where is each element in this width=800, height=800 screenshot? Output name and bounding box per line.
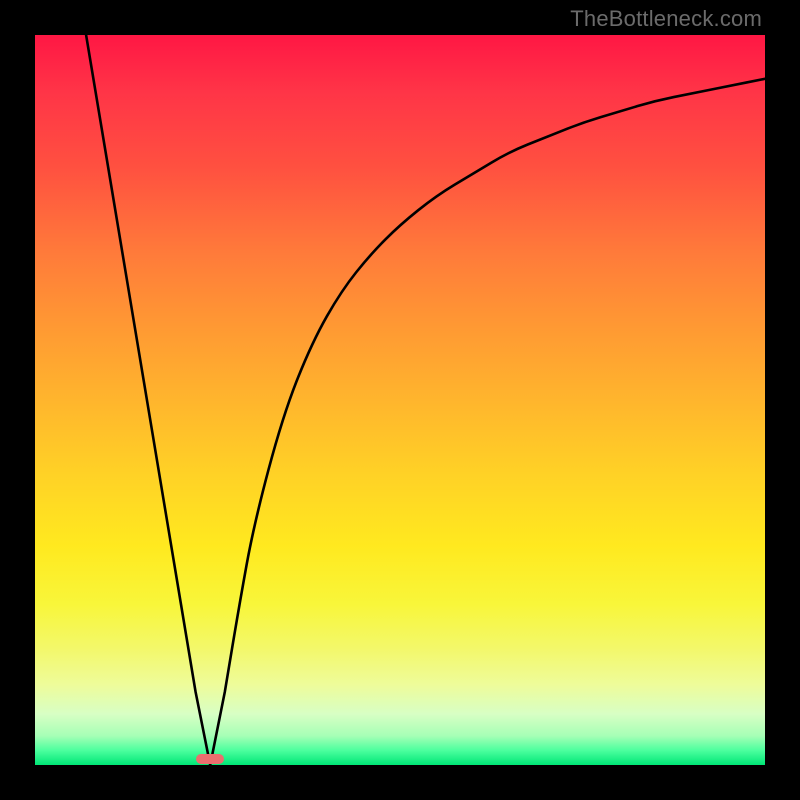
bottleneck-curve bbox=[86, 35, 765, 765]
optimum-marker bbox=[196, 754, 224, 764]
attribution-text: TheBottleneck.com bbox=[570, 6, 762, 32]
curve-svg bbox=[35, 35, 765, 765]
chart-frame: TheBottleneck.com bbox=[0, 0, 800, 800]
plot-area bbox=[35, 35, 765, 765]
